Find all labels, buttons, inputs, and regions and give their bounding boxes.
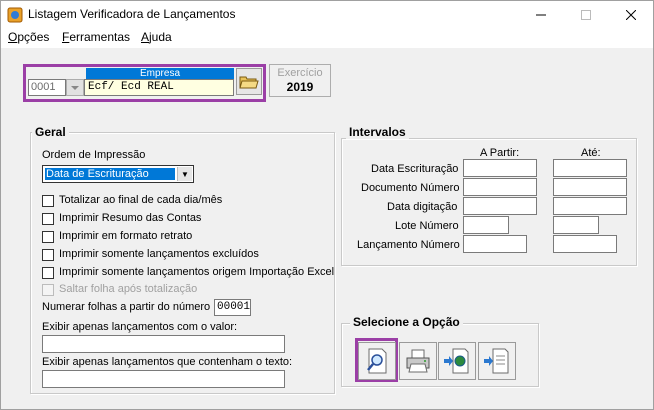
col-a-partir: A Partir: [480, 147, 520, 159]
checkbox-excluidos-label: Imprimir somente lançamentos excluídos [59, 248, 259, 260]
maximize-button [563, 1, 608, 29]
ordem-select[interactable]: Data de Escrituração ▼ [42, 165, 194, 183]
close-icon [625, 10, 636, 20]
minimize-icon [535, 14, 546, 16]
maximize-icon [580, 10, 591, 20]
lote-from[interactable] [463, 216, 509, 234]
numerar-input[interactable]: 00001 [214, 299, 251, 316]
data-digitacao-from[interactable] [463, 197, 537, 215]
export-web-button[interactable] [438, 342, 476, 380]
ordem-label: Ordem de Impressão [42, 149, 146, 161]
exercicio-box: Exercício 2019 [269, 64, 331, 97]
documento-from[interactable] [463, 178, 537, 196]
checkbox-retrato[interactable] [42, 231, 54, 243]
checkbox-saltar-folha [42, 284, 54, 296]
checkbox-resumo[interactable] [42, 213, 54, 225]
col-ate: Até: [581, 147, 601, 159]
title-bar: Listagem Verificadora de Lançamentos [1, 1, 653, 29]
checkbox-importacao-excel[interactable] [42, 267, 54, 279]
menu-opcoes[interactable]: Opções [8, 30, 49, 44]
app-icon [7, 7, 23, 23]
window-title: Listagem Verificadora de Lançamentos [28, 7, 236, 21]
arrow-down-icon [71, 86, 79, 90]
ordem-select-value: Data de Escrituração [44, 167, 176, 181]
export-file-button[interactable] [478, 342, 516, 380]
opcao-title: Selecione a Opção [350, 315, 463, 329]
empresa-header: Empresa [86, 68, 234, 79]
app-window: Listagem Verificadora de Lançamentos Opç… [0, 0, 654, 410]
print-button[interactable] [399, 342, 437, 380]
export-file-icon [484, 348, 509, 374]
exercicio-label: Exercício [277, 67, 323, 79]
empresa-name-field[interactable]: Ecf/ Ecd REAL [84, 79, 234, 96]
numerar-label: Numerar folhas a partir do número [42, 301, 211, 313]
texto-label: Exibir apenas lançamentos que contenham … [42, 356, 293, 368]
open-folder-button[interactable] [236, 68, 262, 95]
minimize-button[interactable] [518, 1, 563, 29]
geral-title: Geral [32, 125, 69, 139]
interval-label-data-digitacao: Data digitação [387, 201, 458, 213]
close-button[interactable] [608, 1, 653, 29]
lancamento-to[interactable] [553, 235, 617, 253]
empresa-lookup-button[interactable] [66, 79, 84, 96]
exercicio-value: 2019 [286, 80, 314, 94]
data-digitacao-to[interactable] [553, 197, 627, 215]
empresa-code-field[interactable]: 0001 [28, 79, 66, 96]
intervalos-title: Intervalos [346, 125, 409, 139]
checkbox-totalizar-label: Totalizar ao final de cada dia/mês [59, 194, 223, 206]
data-escrituracao-to[interactable] [553, 159, 627, 177]
export-globe-icon [444, 348, 469, 374]
open-folder-icon [239, 76, 259, 89]
checkbox-totalizar[interactable] [42, 195, 54, 207]
data-escrituracao-from[interactable] [463, 159, 537, 177]
menu-ajuda[interactable]: Ajuda [141, 30, 172, 44]
checkbox-saltar-folha-label: Saltar folha após totalização [59, 283, 198, 295]
checkbox-excluidos[interactable] [42, 249, 54, 261]
chevron-down-icon[interactable]: ▼ [177, 167, 192, 181]
checkbox-resumo-label: Imprimir Resumo das Contas [59, 212, 202, 224]
checkbox-importacao-excel-label: Imprimir somente lançamentos origem Impo… [59, 266, 335, 278]
interval-label-lancamento: Lançamento Número [357, 239, 460, 251]
documento-to[interactable] [553, 178, 627, 196]
checkbox-retrato-label: Imprimir em formato retrato [59, 230, 193, 242]
valor-input[interactable] [42, 335, 285, 353]
preview-button[interactable] [358, 342, 396, 380]
preview-magnifier-icon [367, 348, 387, 374]
texto-input[interactable] [42, 370, 285, 388]
interval-label-data-escrituracao: Data Escrituração [371, 163, 459, 175]
lote-to[interactable] [553, 216, 599, 234]
interval-label-lote: Lote Número [395, 220, 459, 232]
printer-icon [406, 349, 430, 373]
interval-label-documento: Documento Número [361, 182, 460, 194]
lancamento-from[interactable] [463, 235, 527, 253]
menu-ferramentas[interactable]: Ferramentas [62, 30, 130, 44]
valor-label: Exibir apenas lançamentos com o valor: [42, 321, 238, 333]
menu-bar: Opções Ferramentas Ajuda [1, 29, 653, 48]
